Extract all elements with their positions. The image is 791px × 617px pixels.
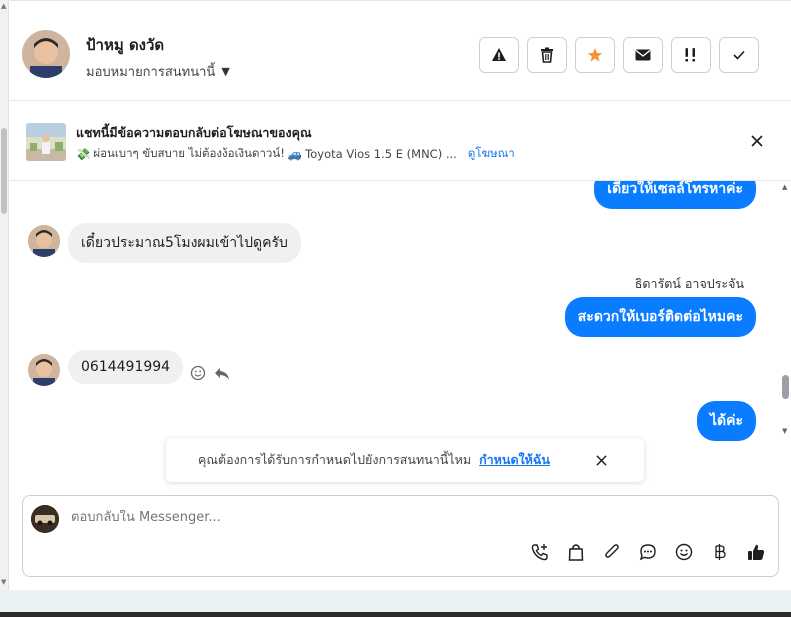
view-ad-link[interactable]: ดูโฆษณา: [468, 145, 515, 163]
emoji-button[interactable]: [674, 542, 694, 562]
assign-label: มอบหมายการสนทนานี้: [86, 65, 216, 80]
assign-to-me-link[interactable]: กำหนดให้ฉัน: [479, 450, 550, 470]
conversation-header: ป้าหมู ดงวัด มอบหมายการสนทนานี้ ▼: [10, 0, 791, 101]
ad-thumbnail[interactable]: [26, 123, 66, 161]
shopping-bag-icon: [568, 544, 584, 561]
call-button[interactable]: [530, 542, 550, 562]
money-icon: 💸: [76, 147, 91, 161]
star-button[interactable]: [575, 37, 615, 73]
message-sender-name: ธิดารัตน์ อาจประจัน: [634, 276, 744, 291]
phone-add-icon: [531, 544, 548, 561]
check-icon: [733, 50, 745, 60]
contact-avatar-small[interactable]: [28, 225, 60, 257]
reply-composer: [22, 495, 779, 577]
close-banner-button[interactable]: [747, 131, 767, 151]
conversation-panel: ป้าหมู ดงวัด มอบหมายการสนทนานี้ ▼ แชทนี้…: [10, 0, 791, 590]
caret-down-icon: ▼: [221, 65, 230, 78]
smiley-icon: [190, 365, 206, 381]
assign-conversation-dropdown[interactable]: มอบหมายการสนทนานี้ ▼: [86, 61, 230, 82]
contact-name: ป้าหมู ดงวัด: [86, 36, 165, 54]
assign-notice-text: คุณต้องการได้รับการกำหนดไปยังการสนทนานี้…: [198, 452, 472, 467]
scrollbar-thumb[interactable]: [1, 128, 7, 214]
react-button[interactable]: [190, 365, 206, 385]
page-scrollbar[interactable]: ▲ ▼: [0, 0, 9, 590]
close-icon: [751, 135, 763, 147]
page-avatar: [31, 505, 59, 533]
reply-icon: [215, 367, 229, 380]
message-bubble-outgoing[interactable]: เดี๋ยวให้เซลล์โทรหาค่ะ: [594, 181, 756, 209]
scroll-up-arrow-icon[interactable]: ▲: [1, 2, 6, 10]
saved-replies-button[interactable]: [638, 542, 658, 562]
contact-avatar[interactable]: [22, 30, 70, 78]
taskbar-edge: [0, 612, 791, 617]
message-bubble-incoming[interactable]: 0614491994: [68, 350, 184, 384]
ad-tagline: ผ่อนเบาๆ ขับสบาย ไม่ต้องง้อเงินดาวน์!: [93, 146, 285, 160]
ad-car-model: Toyota Vios 1.5 E (MNC) ...: [305, 147, 457, 161]
message-input[interactable]: [71, 510, 671, 525]
emoji-icon: [675, 543, 693, 561]
ad-title: แชทนี้มีข้อความตอบกลับต่อโฆษณาของคุณ: [76, 125, 312, 140]
close-notice-button[interactable]: [592, 451, 610, 469]
star-icon: [587, 48, 603, 62]
message-list[interactable]: เดี๋ยวให้เซลล์โทรหาค่ะ เดี๋ยวประมาณ5โมงผ…: [10, 181, 780, 441]
car-icon: 🚙: [287, 147, 303, 161]
scroll-down-arrow-icon[interactable]: ▼: [782, 427, 787, 435]
scroll-down-arrow-icon[interactable]: ▼: [1, 578, 6, 586]
thumbs-up-icon: [748, 544, 765, 560]
header-actions: [479, 37, 759, 73]
like-button[interactable]: [746, 542, 766, 562]
message-bubble-outgoing[interactable]: สะดวกให้เบอร์ติดต่อไหมคะ: [564, 297, 756, 337]
payment-button[interactable]: [710, 542, 730, 562]
mark-unread-button[interactable]: [623, 37, 663, 73]
chat-bubble-icon: [639, 544, 656, 561]
report-button[interactable]: [479, 37, 519, 73]
browser-bottom-strip: [0, 590, 791, 617]
trash-icon: [541, 47, 553, 63]
important-icon: [685, 48, 695, 62]
message-actions: [190, 365, 230, 385]
follow-up-button[interactable]: [671, 37, 711, 73]
ad-subtitle: 💸 ผ่อนเบาๆ ขับสบาย ไม่ต้องง้อเงินดาวน์! …: [76, 145, 515, 163]
shopping-bag-button[interactable]: [566, 542, 586, 562]
assign-notice: คุณต้องการได้รับการกำหนดไปยังการสนทนานี้…: [166, 438, 644, 482]
message-bubble-incoming[interactable]: เดี๋ยวประมาณ5โมงผมเข้าไปดูครับ: [68, 223, 301, 263]
scroll-up-arrow-icon[interactable]: ▲: [782, 183, 787, 191]
contact-avatar-small[interactable]: [28, 354, 60, 386]
paperclip-icon: [605, 544, 619, 558]
message-scrollbar[interactable]: ▲ ▼: [780, 181, 791, 441]
mark-done-button[interactable]: [719, 37, 759, 73]
close-icon: [595, 454, 607, 466]
baht-icon: [715, 544, 726, 560]
envelope-icon: [635, 49, 651, 61]
reply-button[interactable]: [214, 366, 230, 385]
delete-button[interactable]: [527, 37, 567, 73]
attach-button[interactable]: [602, 542, 622, 562]
warning-icon: [492, 48, 506, 61]
composer-toolbar: [530, 542, 766, 562]
scrollbar-thumb[interactable]: [782, 375, 789, 399]
message-bubble-outgoing[interactable]: ได้ค่ะ: [696, 401, 756, 441]
ad-reply-banner: แชทนี้มีข้อความตอบกลับต่อโฆษณาของคุณ 💸 ผ…: [10, 101, 791, 181]
